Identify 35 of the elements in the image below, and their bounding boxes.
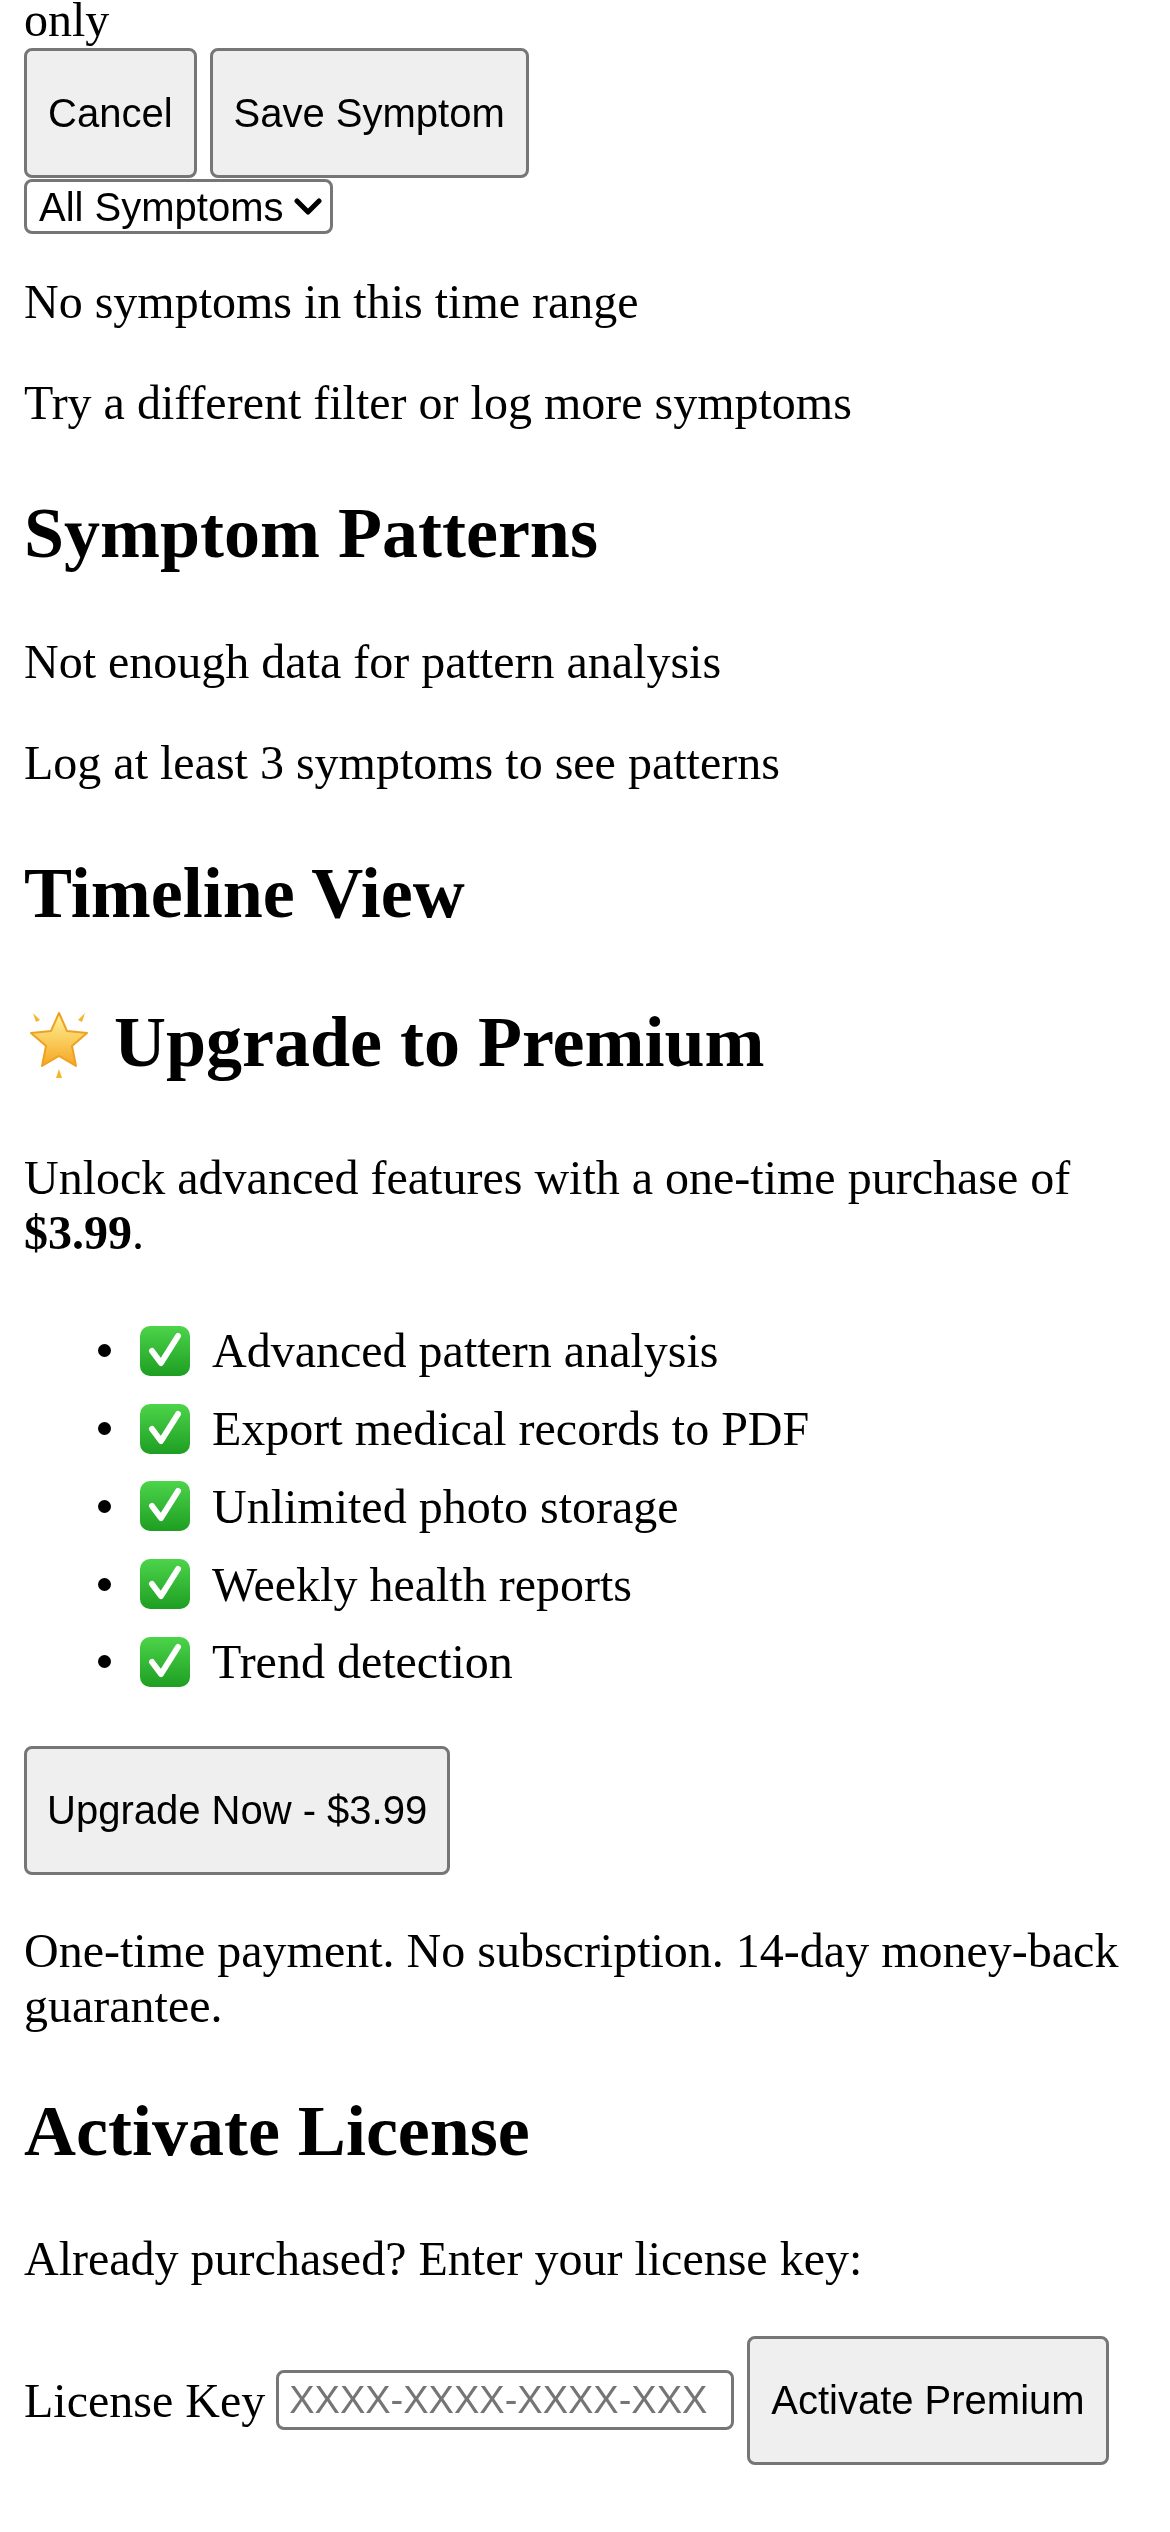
activate-button[interactable]: Activate Premium [747, 2335, 1109, 2465]
feature-text: Advanced pattern analysis [212, 1323, 719, 1379]
section-heading: Upgrade to Premium [114, 1001, 765, 1084]
license-prompt: Already purchased? Enter your license key: [24, 2230, 863, 2286]
premium-description: Unlock advanced features with a one-time purchase of $3.99. [24, 1150, 1072, 1260]
check-mark-icon [140, 1403, 190, 1454]
patterns-message: Not enough data for pattern analysis [24, 634, 722, 689]
bullet-icon [98, 1344, 111, 1358]
section-heading: Timeline View [24, 852, 465, 935]
bullet-icon [98, 1422, 111, 1436]
bullet-icon [98, 1655, 111, 1669]
feature-text: Unlimited photo storage [212, 1478, 679, 1534]
form-button[interactable]: Save Symptom [209, 48, 529, 178]
check-mark-icon [140, 1481, 190, 1532]
feature-text: Weekly health reports [212, 1556, 632, 1612]
feature-text: Export medical records to PDF [212, 1401, 810, 1457]
bullet-icon [98, 1499, 111, 1513]
check-mark-icon [140, 1559, 190, 1610]
upgrade-button[interactable]: Upgrade Now - $3.99 [24, 1745, 451, 1875]
feature-text: Trend detection [212, 1634, 513, 1690]
check-mark-icon [140, 1325, 190, 1376]
chevron-down-icon [293, 197, 322, 216]
label-text: only [24, 0, 110, 48]
filter-dropdown[interactable]: All Symptoms [24, 179, 333, 234]
empty-state-hint: Try a different filter or log more symptoms [24, 375, 852, 430]
patterns-hint: Log at least 3 symptoms to see patterns [24, 735, 780, 790]
bullet-icon [98, 1577, 111, 1591]
field-label: License Key [24, 2372, 266, 2428]
check-mark-icon [140, 1636, 190, 1687]
license-key-field[interactable]: XXXX-XXXX-XXXX-XXX [276, 2370, 735, 2431]
section-heading: Symptom Patterns [24, 492, 598, 575]
section-heading: Activate License [24, 2089, 530, 2173]
form-button[interactable]: Cancel [24, 48, 197, 178]
payment-note: One-time payment. No subscription. 14-day money-back guarantee. [24, 1922, 1120, 2033]
empty-state-title: No symptoms in this time range [24, 274, 639, 329]
